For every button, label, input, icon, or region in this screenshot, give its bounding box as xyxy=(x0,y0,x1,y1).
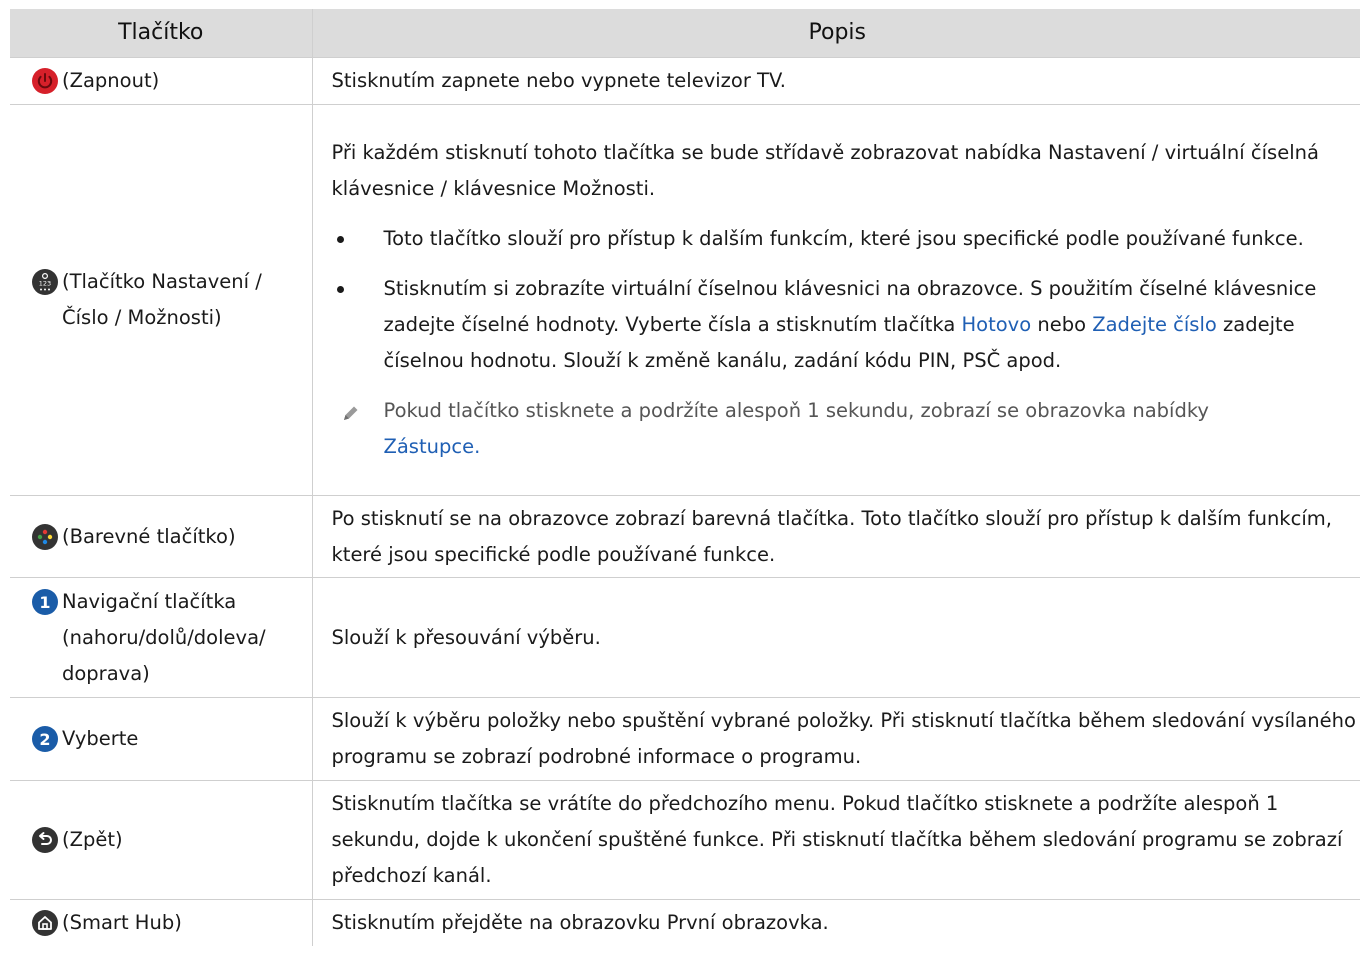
note-period: . xyxy=(474,435,481,458)
list-item-text: Toto tlačítko slouží pro přístup k další… xyxy=(383,227,1304,250)
note: Pokud tlačítko stisknete a podržíte ales… xyxy=(332,393,1360,465)
table-row: (Barevné tlačítko) Po stisknutí se na ob… xyxy=(10,495,1360,578)
link-enter-number[interactable]: Zadejte číslo xyxy=(1092,313,1217,336)
description-cell: Po stisknutí se na obrazovce zobrazí bar… xyxy=(311,495,1360,578)
badge-number: 1 xyxy=(39,593,50,612)
description-text: Slouží k výběru položky nebo spuštění vy… xyxy=(331,709,1356,768)
description-cell: Stisknutím přejděte na obrazovku První o… xyxy=(311,899,1360,946)
pencil-note-icon xyxy=(341,399,361,435)
description-text: Slouží k přesouvání výběru. xyxy=(331,625,601,649)
table-row: 1 Navigační tlačítka (nahoru/dolů/doleva… xyxy=(10,577,1360,698)
description-intro: Při každém stisknutí tohoto tlačítka se … xyxy=(331,141,1319,200)
description-cell: Stisknutím zapnete nebo vypnete televizo… xyxy=(311,57,1360,105)
description-text: Stisknutím přejděte na obrazovku První o… xyxy=(331,910,829,934)
table-row: (Zpět) Stisknutím tlačítka se vrátíte do… xyxy=(10,780,1360,900)
settings-number-icon: 123 xyxy=(32,269,58,295)
back-icon xyxy=(32,827,58,853)
header-button: Tlačítko xyxy=(10,9,312,58)
button-cell: 2 Vyberte xyxy=(10,697,312,781)
table-row: (Zapnout) Stisknutím zapnete nebo vypnet… xyxy=(10,57,1360,105)
button-label: Vyberte xyxy=(62,727,139,750)
button-label: (Barevné tlačítko) xyxy=(62,524,236,548)
power-icon xyxy=(32,68,58,94)
description-text: Po stisknutí se na obrazovce zobrazí bar… xyxy=(331,506,1332,566)
button-cell: (Zapnout) xyxy=(10,57,312,105)
button-cell: 1 Navigační tlačítka (nahoru/dolů/doleva… xyxy=(10,577,312,698)
table-row: 123 (Tlačítko Nastavení / Číslo / Možnos… xyxy=(10,104,1360,496)
link-shortcuts[interactable]: Zástupce xyxy=(384,435,475,458)
link-done[interactable]: Hotovo xyxy=(962,313,1032,336)
button-label: Navigační tlačítka (nahoru/dolů/doleva/ … xyxy=(62,589,266,685)
badge-number: 2 xyxy=(39,730,50,749)
button-label: (Tlačítko Nastavení / Číslo / Možnosti) xyxy=(62,270,262,329)
list-item: Toto tlačítko slouží pro přístup k další… xyxy=(332,221,1360,257)
number-badge-1: 1 xyxy=(32,588,58,615)
bullet-dot xyxy=(336,286,344,293)
description-cell: Při každém stisknutí tohoto tlačítka se … xyxy=(311,104,1360,496)
color-button-icon xyxy=(32,523,58,550)
header-description: Popis xyxy=(311,9,1360,58)
description-text: Stisknutím zapnete nebo vypnete televizo… xyxy=(331,69,786,92)
description-cell: Slouží k výběru položky nebo spuštění vy… xyxy=(311,697,1360,781)
button-cell: (Barevné tlačítko) xyxy=(10,495,312,578)
list-item: Stisknutím si zobrazíte virtuální číseln… xyxy=(332,271,1360,379)
description-list: Toto tlačítko slouží pro přístup k další… xyxy=(332,221,1360,379)
remote-buttons-table: Tlačítko Popis (Zapnout) Stisknutím zapn… xyxy=(10,9,1360,946)
note-text: Pokud tlačítko stisknete a podržíte ales… xyxy=(383,399,1209,422)
svg-text:123: 123 xyxy=(39,280,51,288)
description-cell: Stisknutím tlačítka se vrátíte do předch… xyxy=(311,780,1360,900)
button-label: (Zpět) xyxy=(62,828,123,851)
description-text: Stisknutím tlačítka se vrátíte do předch… xyxy=(331,792,1343,887)
list-item-text: nebo xyxy=(1037,313,1087,336)
button-cell: (Smart Hub) xyxy=(10,899,312,946)
number-badge-2: 2 xyxy=(32,726,58,752)
table-header-row: Tlačítko Popis xyxy=(10,9,1360,58)
table-row: (Smart Hub) Stisknutím přejděte na obraz… xyxy=(10,899,1360,946)
table-row: 2 Vyberte Slouží k výběru položky nebo s… xyxy=(10,697,1360,781)
bullet-dot xyxy=(336,236,344,243)
button-cell: (Zpět) xyxy=(10,780,312,900)
button-label: (Smart Hub) xyxy=(62,910,182,934)
button-cell: 123 (Tlačítko Nastavení / Číslo / Možnos… xyxy=(10,104,312,496)
description-cell: Slouží k přesouvání výběru. xyxy=(311,577,1360,698)
home-icon xyxy=(32,909,58,936)
button-label: (Zapnout) xyxy=(62,69,160,92)
